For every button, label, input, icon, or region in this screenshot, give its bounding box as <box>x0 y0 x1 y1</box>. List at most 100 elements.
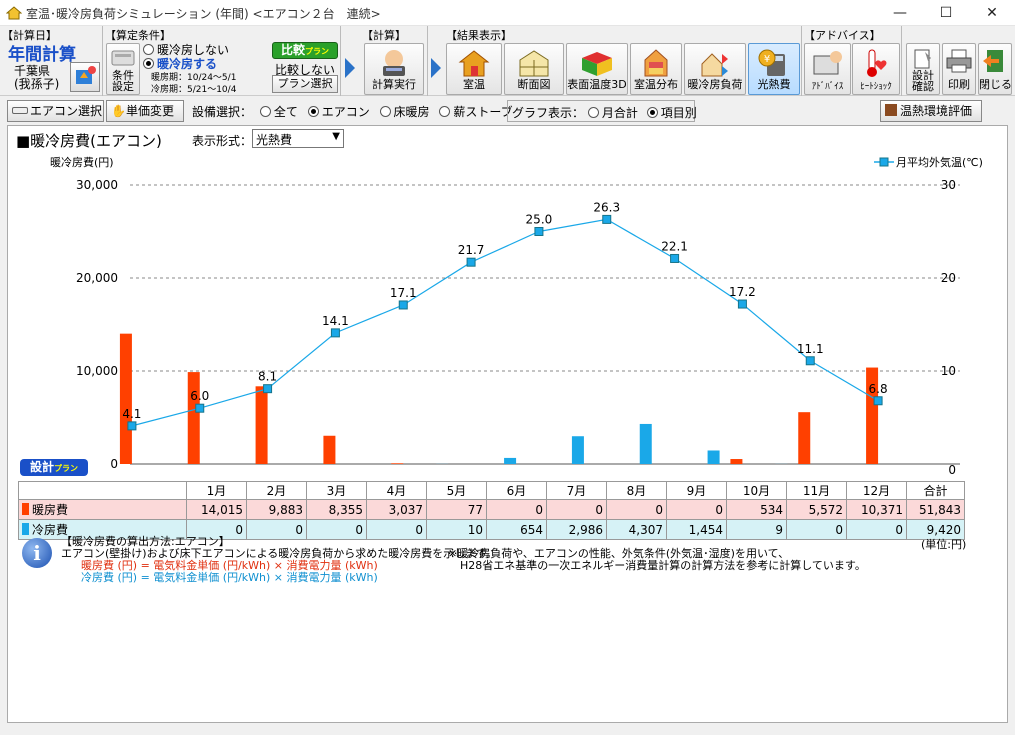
svg-text:¥: ¥ <box>764 54 770 65</box>
aircon-icon <box>12 107 28 114</box>
close-app-button[interactable]: 閉じる <box>978 43 1012 95</box>
advice-button[interactable]: ｱﾄﾞﾊﾞｲｽ <box>804 43 851 95</box>
heat-shock-button[interactable]: ﾋｰﾄｼｮｯｸ <box>852 43 900 95</box>
temperature-label: 8.1 <box>258 370 277 384</box>
app-icon <box>6 6 22 20</box>
temperature-point <box>263 384 273 394</box>
plan-badge: 設計プラン <box>20 459 88 476</box>
thermometer-icon <box>867 49 887 77</box>
location-button[interactable] <box>70 62 100 92</box>
heat-cell: 10,371 <box>846 499 907 520</box>
heat-cell: 77 <box>426 499 487 520</box>
y-axis-title: 暖冷房費(円) <box>50 155 114 169</box>
window-title: 室温･暖冷房負荷シミュレーション (年間) <エアコン２台 連続> <box>26 7 381 21</box>
info-text: 【暖冷房費の算出方法:エアコン】 エアコン(壁掛け)および床下エアコンによる暖冷… <box>61 535 498 584</box>
y-tick-label: 20,000 <box>76 271 118 285</box>
equip-floor-heating-radio[interactable]: 床暖房 <box>379 105 430 119</box>
column-header: 合計 <box>906 481 965 500</box>
temperature-point <box>602 214 612 224</box>
result-section-button[interactable]: 断面図 <box>504 43 564 95</box>
chevron-down-icon: ▼ <box>332 131 340 142</box>
heating-bar <box>187 372 200 464</box>
heating-bar <box>119 333 132 464</box>
info-icon: i <box>22 538 52 568</box>
y2-axis-title: 月平均外気温(℃) <box>896 155 983 169</box>
equip-wood-stove-radio[interactable]: 薪ストーブ <box>439 105 513 119</box>
aircon-select-button[interactable]: エアコン選択 <box>7 100 104 122</box>
maximize-button[interactable]: ☐ <box>923 0 969 26</box>
cost-table: 1月 2月 3月 4月 5月 6月 7月 8月 9月 10月 11月 12月 合計 暖房費 14,015 9… <box>18 481 965 540</box>
column-header: 11月 <box>786 481 847 500</box>
toolbar: 【計算日】 年間計算 千葉県 (我孫子) 【算定条件】 条件 設定 暖冷房しない… <box>0 26 1015 96</box>
calc-mode: 年間計算 <box>8 45 76 65</box>
heat-cell: 9,883 <box>246 499 307 520</box>
cool-cell: 0 <box>846 519 907 540</box>
temperature-label: 6.0 <box>190 389 209 403</box>
design-check-button[interactable]: 設計 確認 <box>906 43 940 95</box>
temperature-label: 26.3 <box>593 200 620 214</box>
result-room-temp-button[interactable]: 室温 <box>446 43 502 95</box>
column-header: 9月 <box>666 481 727 500</box>
heat-cell: 0 <box>606 499 667 520</box>
panel-title: ■暖冷房費(エアコン) <box>16 132 162 150</box>
y2-tick-label: 10 <box>941 364 956 378</box>
results-group: 【結果表示】 室温 断面図 表面温度3D 室温分布 暖冷房負荷 ¥ 光熱費 <box>444 26 802 96</box>
result-temp-distribution-button[interactable]: 室温分布 <box>630 43 682 95</box>
heating-bar <box>255 386 268 464</box>
group-label: 【計算】 <box>362 29 406 42</box>
graph-display-selector: グラフ表示： 月合計 項目別 <box>507 100 697 122</box>
heat-cell: 0 <box>486 499 547 520</box>
calculator-icon <box>383 50 405 76</box>
document-icon <box>914 49 931 69</box>
thermal-eval-button[interactable]: 温熱環境評価 <box>880 100 982 122</box>
equipment-selector: 設備選択： 全て エアコン 床暖房 薪ストーブ <box>192 105 513 119</box>
column-header: 7月 <box>546 481 607 500</box>
cool-cell: 0 <box>786 519 847 540</box>
calc-group: 【計算】 計算実行 <box>360 26 428 96</box>
exit-door-icon <box>983 50 1003 72</box>
cooling-bar <box>639 423 652 464</box>
temperature-point <box>127 421 137 431</box>
temperature-point <box>670 253 680 263</box>
cool-cell: 9 <box>726 519 787 540</box>
temperature-label: 4.1 <box>122 407 141 421</box>
temperature-label: 17.1 <box>390 286 417 300</box>
graph-monthly-radio[interactable]: 月合計 <box>587 106 638 120</box>
options-bar: エアコン選択 ✋単価変更 設備選択： 全て エアコン 床暖房 薪ストーブ グラフ… <box>0 97 1015 125</box>
column-header: 12月 <box>846 481 907 500</box>
advice-icon <box>813 51 842 75</box>
graph-by-item-radio[interactable]: 項目別 <box>646 106 697 120</box>
heat-cell: 0 <box>546 499 607 520</box>
temperature-point <box>534 227 544 236</box>
heat-cell: 534 <box>726 499 787 520</box>
equip-aircon-radio[interactable]: エアコン <box>307 105 370 119</box>
format-select[interactable]: 光熱費 ▼ <box>252 129 344 148</box>
temperature-point <box>805 356 815 366</box>
location: 千葉県 (我孫子) <box>14 64 60 91</box>
map-icon <box>76 66 96 84</box>
y2-tick-label: 30 <box>941 178 956 192</box>
temperature-label: 25.0 <box>526 213 553 227</box>
result-surface-3d-button[interactable]: 表面温度3D <box>566 43 628 95</box>
print-button[interactable]: 印刷 <box>942 43 976 95</box>
unit-price-button[interactable]: ✋単価変更 <box>106 100 184 122</box>
column-header: 1月 <box>186 481 247 500</box>
result-hvac-load-button[interactable]: 暖冷房負荷 <box>684 43 746 95</box>
temperature-label: 21.7 <box>458 243 485 257</box>
y-tick-label: 30,000 <box>76 178 118 192</box>
heat-cell: 0 <box>666 499 727 520</box>
run-calc-button[interactable]: 計算実行 <box>364 43 424 95</box>
column-header: 5月 <box>426 481 487 500</box>
cooling-bar <box>504 457 517 464</box>
heating-bar <box>391 463 404 464</box>
equip-all-radio[interactable]: 全て <box>259 105 298 119</box>
condition-settings-button[interactable]: 条件 設定 <box>106 43 140 95</box>
result-energy-cost-button[interactable]: ¥ 光熱費 <box>748 43 800 95</box>
close-button[interactable]: ✕ <box>969 0 1015 26</box>
status-bar <box>0 723 1015 735</box>
plan-select-button[interactable]: プラン選択 <box>272 75 338 93</box>
heat-cell: 5,572 <box>786 499 847 520</box>
minimize-button[interactable]: — <box>877 0 923 26</box>
temperature-line <box>131 218 879 427</box>
column-header: 8月 <box>606 481 667 500</box>
